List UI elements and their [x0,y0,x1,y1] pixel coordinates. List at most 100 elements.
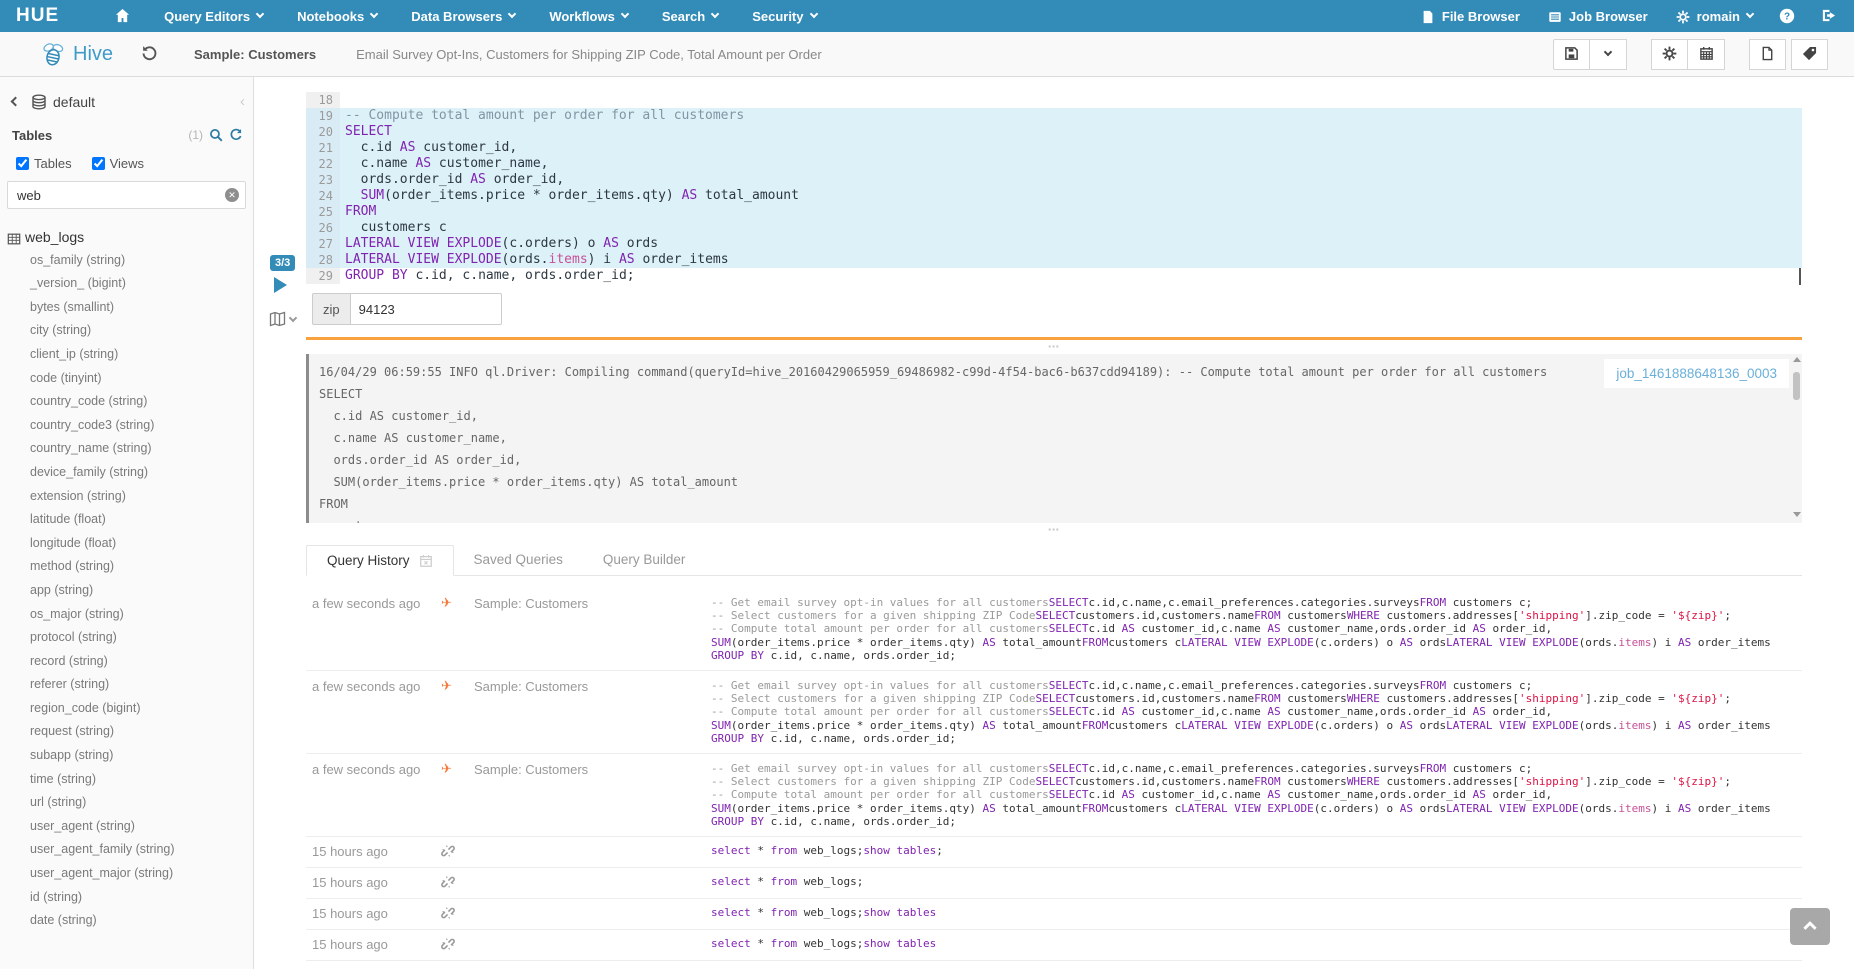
column-item[interactable]: os_family (string) [30,249,253,273]
column-item[interactable]: client_ip (string) [30,343,253,367]
help-button[interactable] [1779,7,1795,25]
menu-notebooks[interactable]: Notebooks [297,9,377,24]
menu-workflows[interactable]: Workflows [549,9,628,24]
column-item[interactable]: record (string) [30,650,253,674]
chevron-down-icon [508,10,516,18]
editor-line[interactable]: 19-- Compute total amount per order for … [306,108,1802,124]
menu-security[interactable]: Security [752,9,816,24]
hue-logo[interactable]: HUE [16,5,59,27]
sign-out-button[interactable] [1821,7,1836,25]
editor-line[interactable]: 25FROM [306,204,1802,220]
schedule-button[interactable] [1688,39,1725,70]
home-button[interactable] [115,7,130,25]
column-item[interactable]: app (string) [30,579,253,603]
history-row[interactable]: 15 hours agoselect * from web_logs;show … [306,930,1802,961]
tab-saved-queries[interactable]: Saved Queries [454,544,583,575]
column-item[interactable]: url (string) [30,791,253,815]
editor-line[interactable]: 21 c.id AS customer_id, [306,140,1802,156]
column-item[interactable]: country_name (string) [30,437,253,461]
history-row[interactable]: a few seconds ago✈Sample: Customers-- Ge… [306,671,1802,754]
variable-value-input[interactable] [350,293,502,325]
scroll-down-icon[interactable] [1793,512,1801,517]
column-item[interactable]: _version_ (bigint) [30,272,253,296]
column-item[interactable]: extension (string) [30,485,253,509]
query-history-button[interactable] [141,45,158,63]
log-scrollbar[interactable] [1792,357,1801,517]
history-row[interactable]: a few seconds ago✈Sample: Customers-- Ge… [306,588,1802,671]
column-item[interactable]: os_major (string) [30,603,253,627]
column-item[interactable]: country_code (string) [30,390,253,414]
history-row[interactable]: 15 hours agoselect * from web_logs; [306,868,1802,899]
column-item[interactable]: longitude (float) [30,532,253,556]
execute-button[interactable] [274,277,287,293]
editor-main: 3/3 1819-- Compute total amount per orde… [254,77,1854,969]
editor-line[interactable]: 26 customers c [306,220,1802,236]
column-item[interactable]: country_code3 (string) [30,414,253,438]
resize-handle[interactable]: ▪▪▪ [254,525,1854,534]
menu-data-browsers[interactable]: Data Browsers [411,9,515,24]
editor-line[interactable]: 22 c.name AS customer_name, [306,156,1802,172]
document-title[interactable]: Sample: Customers [194,47,316,62]
scroll-to-top-button[interactable] [1790,908,1830,945]
scroll-up-icon[interactable] [1793,357,1801,362]
variable-row: zip [312,293,1854,325]
column-item[interactable]: method (string) [30,555,253,579]
editor-scroll-down[interactable] [1799,268,1801,284]
column-item[interactable]: subapp (string) [30,744,253,768]
database-selector[interactable]: default [31,93,95,110]
table-entry[interactable]: web_logs [7,229,253,245]
column-item[interactable]: city (string) [30,319,253,343]
column-item[interactable]: code (tinyint) [30,367,253,391]
tables-checkbox[interactable] [16,157,29,170]
file-browser-link[interactable]: File Browser [1421,8,1520,24]
column-item[interactable]: user_agent (string) [30,815,253,839]
menu-query-editors[interactable]: Query Editors [164,9,263,24]
save-options-button[interactable] [1590,39,1627,70]
job-link[interactable]: job_1461888648136_0003 [1616,366,1777,381]
editor-line[interactable]: 28LATERAL VIEW EXPLODE(ords.items) i AS … [306,252,1802,268]
views-checkbox[interactable] [92,157,105,170]
editor-line[interactable]: 24 SUM(order_items.price * order_items.q… [306,188,1802,204]
save-button[interactable] [1553,39,1590,70]
editor-line[interactable]: 29GROUP BY c.id, c.name, ords.order_id; [306,268,1802,284]
sql-editor[interactable]: 1819-- Compute total amount per order fo… [306,92,1802,284]
browse-results-button[interactable] [269,310,296,328]
editor-line[interactable]: 23 ords.order_id AS order_id, [306,172,1802,188]
history-row[interactable]: 15 hours agoselect * from web_logs;show … [306,961,1802,969]
search-icon[interactable] [209,126,223,144]
column-item[interactable]: time (string) [30,768,253,792]
resize-handle[interactable]: ▪▪▪ [254,342,1854,351]
column-item[interactable]: request (string) [30,720,253,744]
user-menu[interactable]: romain [1676,8,1753,24]
history-row[interactable]: 15 hours agoselect * from web_logs;show … [306,837,1802,868]
settings-button[interactable] [1651,39,1688,70]
tab-query-builder[interactable]: Query Builder [583,544,706,575]
column-item[interactable]: referer (string) [30,673,253,697]
column-item[interactable]: id (string) [30,886,253,910]
scrollbar-thumb[interactable] [1793,372,1800,400]
column-item[interactable]: user_agent_major (string) [30,862,253,886]
editor-line[interactable]: 20SELECT [306,124,1802,140]
menu-search[interactable]: Search [662,9,718,24]
history-row[interactable]: a few seconds ago✈Sample: Customers-- Ge… [306,754,1802,837]
column-item[interactable]: region_code (bigint) [30,697,253,721]
calendar-clear-icon[interactable] [419,545,433,576]
job-browser-link[interactable]: Job Browser [1548,8,1648,24]
back-chevron-icon[interactable] [11,97,21,107]
history-row[interactable]: 15 hours agoselect * from web_logs;show … [306,899,1802,930]
tab-query-history[interactable]: Query History [306,545,454,576]
tags-button[interactable] [1791,39,1828,70]
column-item[interactable]: bytes (smallint) [30,296,253,320]
column-item[interactable]: protocol (string) [30,626,253,650]
new-query-button[interactable] [1749,39,1786,70]
column-item[interactable]: latitude (float) [30,508,253,532]
collapse-panel-icon[interactable]: ‹ [240,97,245,107]
column-item[interactable]: user_agent_family (string) [30,838,253,862]
refresh-icon[interactable] [229,126,243,144]
editor-line[interactable]: 18 [306,92,1802,108]
document-subtitle[interactable]: Email Survey Opt-Ins, Customers for Ship… [356,47,822,62]
table-filter-input[interactable] [7,181,246,209]
editor-line[interactable]: 27LATERAL VIEW EXPLODE(c.orders) o AS or… [306,236,1802,252]
column-item[interactable]: date (string) [30,909,253,933]
column-item[interactable]: device_family (string) [30,461,253,485]
